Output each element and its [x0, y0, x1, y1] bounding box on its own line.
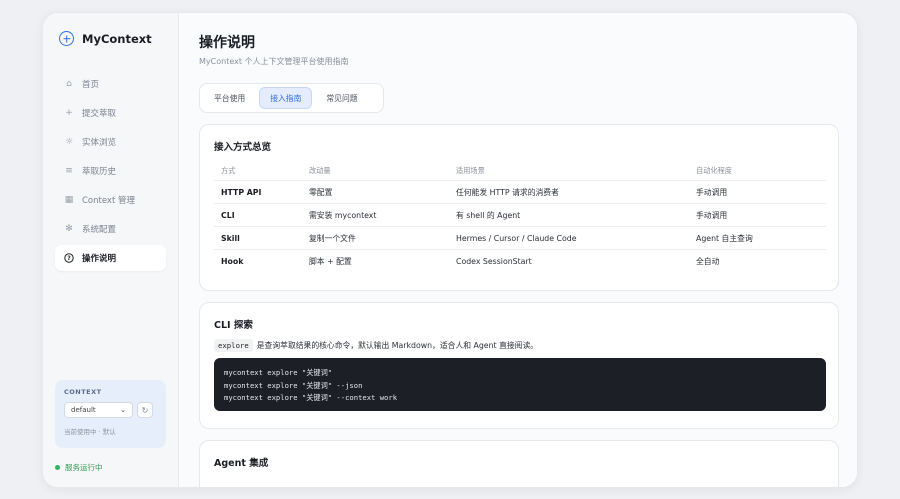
table-cell: Agent 自主查询 [696, 233, 753, 243]
chevron-down-icon: ⌄ [120, 406, 126, 414]
table-cell: 脚本 + 配置 [309, 257, 352, 266]
refresh-button[interactable]: ↻ [137, 402, 153, 418]
app-window: MyContext ⌂ 首页 + 提交萃取 ☼ 实体浏览 ≡ 萃取历史 ▦ Co… [42, 12, 858, 488]
agent-title: Agent 集成 [214, 458, 269, 469]
column-header: 方式 [221, 165, 236, 175]
gear-icon: ✻ [65, 224, 73, 234]
sidebar-item-entity-browse[interactable]: ☼ 实体浏览 [55, 129, 166, 155]
list-icon: ≡ [65, 166, 73, 176]
agent-card: Agent 集成 [199, 440, 839, 487]
table-row: Skill 复制一个文件 Hermes / Cursor / Claude Co… [214, 227, 826, 250]
plus-circle-icon [59, 31, 74, 46]
service-status: 服务运行中 [55, 462, 103, 473]
overview-title: 接入方式总览 [214, 142, 272, 153]
context-hint: 当前使用中 · 默认 [64, 428, 116, 436]
tab-platform-usage[interactable]: 平台使用 [204, 87, 255, 109]
plus-icon: + [65, 108, 73, 118]
tab-faq[interactable]: 常见问题 [316, 87, 367, 109]
sidebar-item-label: 萃取历史 [82, 167, 117, 177]
context-label: CONTEXT [64, 388, 102, 396]
sun-icon: ☼ [64, 137, 74, 147]
column-header: 改动量 [309, 165, 331, 175]
sidebar-item-context-management[interactable]: ▦ Context 管理 [55, 187, 166, 213]
table-cell: 全自动 [696, 257, 720, 266]
sidebar-item-label: 首页 [82, 80, 100, 90]
sidebar-item-submit-extraction[interactable]: + 提交萃取 [55, 100, 166, 126]
tab-bar: 平台使用 接入指南 常见问题 [199, 83, 384, 113]
table-header-row: 方式 改动量 适用场景 自动化程度 [214, 161, 826, 181]
cli-card: CLI 探索 explore 是查询萃取结果的核心命令，默认输出 Markdow… [199, 302, 839, 429]
table-cell: 有 shell 的 Agent [456, 210, 521, 220]
table-cell: Hermes / Cursor / Claude Code [456, 233, 577, 243]
table-cell: 手动调用 [696, 187, 728, 197]
context-switcher: CONTEXT default ⌄ ↻ 当前使用中 · 默认 [55, 380, 166, 448]
sidebar-item-home[interactable]: ⌂ 首页 [55, 71, 166, 97]
cli-title: CLI 探索 [214, 320, 253, 331]
cli-description: explore 是查询萃取结果的核心命令，默认输出 Markdown，适合人和 … [214, 339, 538, 352]
code-line: mycontext explore "关键词" [224, 368, 333, 377]
table-row: Hook 脚本 + 配置 Codex SessionStart 全自动 [214, 250, 826, 273]
sidebar-item-instructions[interactable]: ? 操作说明 [55, 245, 166, 271]
status-text: 服务运行中 [65, 463, 103, 472]
table-cell: HTTP API [221, 187, 262, 197]
table-cell: 手动调用 [696, 210, 728, 220]
sidebar-item-label: 操作说明 [82, 254, 117, 264]
sidebar-item-label: 系统配置 [82, 225, 117, 235]
sidebar: MyContext ⌂ 首页 + 提交萃取 ☼ 实体浏览 ≡ 萃取历史 ▦ Co… [43, 13, 179, 487]
table-row: HTTP API 零配置 任何能发 HTTP 请求的消费者 手动调用 [214, 181, 826, 204]
help-icon: ? [64, 253, 74, 263]
table-cell: 任何能发 HTTP 请求的消费者 [456, 187, 559, 197]
table-cell: Hook [221, 257, 244, 266]
overview-card: 接入方式总览 方式 改动量 适用场景 自动化程度 HTTP API 零配置 任何… [199, 124, 839, 291]
code-line: mycontext explore "关键词" --json [224, 380, 363, 390]
sidebar-item-label: Context 管理 [82, 196, 136, 206]
code-block[interactable]: mycontext explore "关键词" mycontext explor… [214, 358, 826, 411]
inline-code: explore [214, 339, 253, 352]
status-dot-icon [55, 465, 60, 470]
table-cell: 需安装 mycontext [309, 210, 377, 220]
column-header: 适用场景 [456, 165, 485, 175]
sidebar-item-extraction-history[interactable]: ≡ 萃取历史 [55, 158, 166, 184]
refresh-icon: ↻ [141, 405, 149, 415]
context-select[interactable]: default ⌄ [64, 402, 133, 418]
page-subtitle: MyContext 个人上下文管理平台使用指南 [199, 57, 349, 66]
table-cell: 复制一个文件 [309, 233, 356, 243]
home-icon: ⌂ [66, 79, 72, 89]
brand[interactable]: MyContext [59, 31, 152, 46]
sidebar-item-label: 实体浏览 [82, 138, 117, 148]
context-selected-value: default [71, 406, 96, 414]
brand-name: MyContext [82, 31, 152, 46]
table-cell: 零配置 [309, 187, 333, 197]
code-line: mycontext explore "关键词" --context work [224, 393, 398, 402]
svg-text:?: ? [67, 255, 71, 262]
table-cell: CLI [221, 210, 235, 220]
table-cell: Skill [221, 233, 240, 243]
column-header: 自动化程度 [696, 165, 732, 175]
overview-table: 方式 改动量 适用场景 自动化程度 HTTP API 零配置 任何能发 HTTP… [214, 161, 826, 273]
sidebar-item-label: 提交萃取 [82, 109, 117, 119]
grid-icon: ▦ [64, 195, 74, 205]
table-row: CLI 需安装 mycontext 有 shell 的 Agent 手动调用 [214, 204, 826, 227]
tab-integration-guide[interactable]: 接入指南 [259, 87, 313, 109]
sidebar-item-system-config[interactable]: ✻ 系统配置 [55, 216, 166, 242]
cli-description-text: 是查询萃取结果的核心命令，默认输出 Markdown，适合人和 Agent 直接… [256, 341, 539, 350]
main-content: 操作说明 MyContext 个人上下文管理平台使用指南 平台使用 接入指南 常… [179, 13, 857, 487]
page-title: 操作说明 [199, 35, 255, 51]
sidebar-nav: ⌂ 首页 + 提交萃取 ☼ 实体浏览 ≡ 萃取历史 ▦ Context 管理 ✻… [55, 71, 166, 274]
table-cell: Codex SessionStart [456, 257, 532, 266]
